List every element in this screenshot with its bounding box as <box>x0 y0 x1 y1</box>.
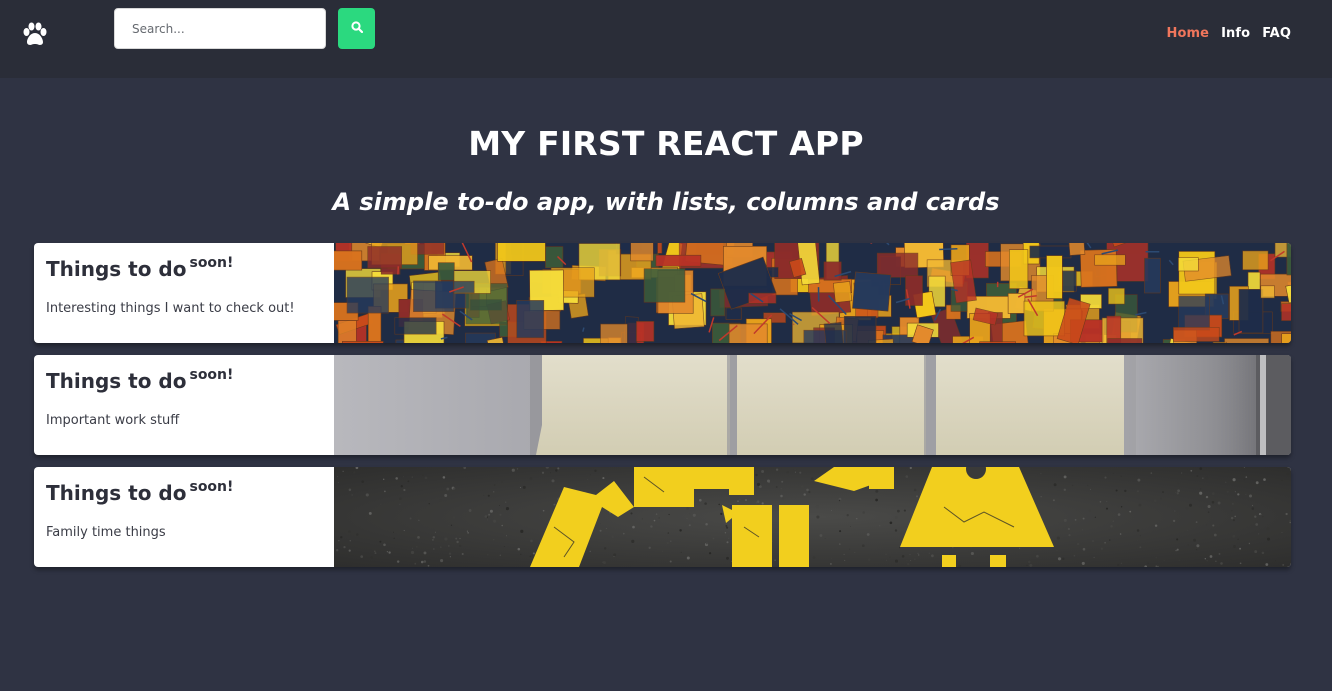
list-card-title-suffix: soon! <box>189 367 234 383</box>
nav-faq-link[interactable]: FAQ <box>1262 26 1291 41</box>
search-input[interactable] <box>114 8 326 49</box>
list-card-image-mosaic <box>334 243 1291 343</box>
list-card-title-suffix: soon! <box>189 255 234 271</box>
list-card-text: Things to do soon! Interesting things I w… <box>34 243 334 343</box>
top-navbar: Home Info FAQ <box>0 0 1332 78</box>
list-card-text: Things to do soon! Important work stuff <box>34 355 334 455</box>
list-card-text: Things to do soon! Family time things <box>34 467 334 567</box>
list-card[interactable]: Things to do soon! Interesting things I w… <box>34 243 1291 343</box>
list-card-title: Things to do soon! <box>46 479 234 505</box>
main-nav: Home Info FAQ <box>1167 26 1291 41</box>
page-title: MY FIRST REACT APP <box>468 124 864 163</box>
list-card-image-road-marking <box>334 467 1291 567</box>
list-card[interactable]: Things to do soon! Family time things <box>34 467 1291 567</box>
nav-home-link[interactable]: Home <box>1167 26 1210 41</box>
list-card-title: Things to do soon! <box>46 367 234 393</box>
list-card-description: Important work stuff <box>46 413 180 428</box>
list-card[interactable]: Things to do soon! Important work stuff <box>34 355 1291 455</box>
search-button[interactable] <box>338 8 375 49</box>
nav-info-link[interactable]: Info <box>1221 26 1250 41</box>
list-card-image-sticky-notes <box>334 355 1291 455</box>
page-subtitle: A simple to-do app, with lists, columns … <box>332 188 1000 216</box>
list-card-title: Things to do soon! <box>46 255 234 281</box>
paw-icon[interactable] <box>21 21 49 49</box>
list-card-description: Interesting things I want to check out! <box>46 301 295 316</box>
search-icon <box>350 21 363 36</box>
list-card-description: Family time things <box>46 525 166 540</box>
list-card-title-suffix: soon! <box>189 479 234 495</box>
